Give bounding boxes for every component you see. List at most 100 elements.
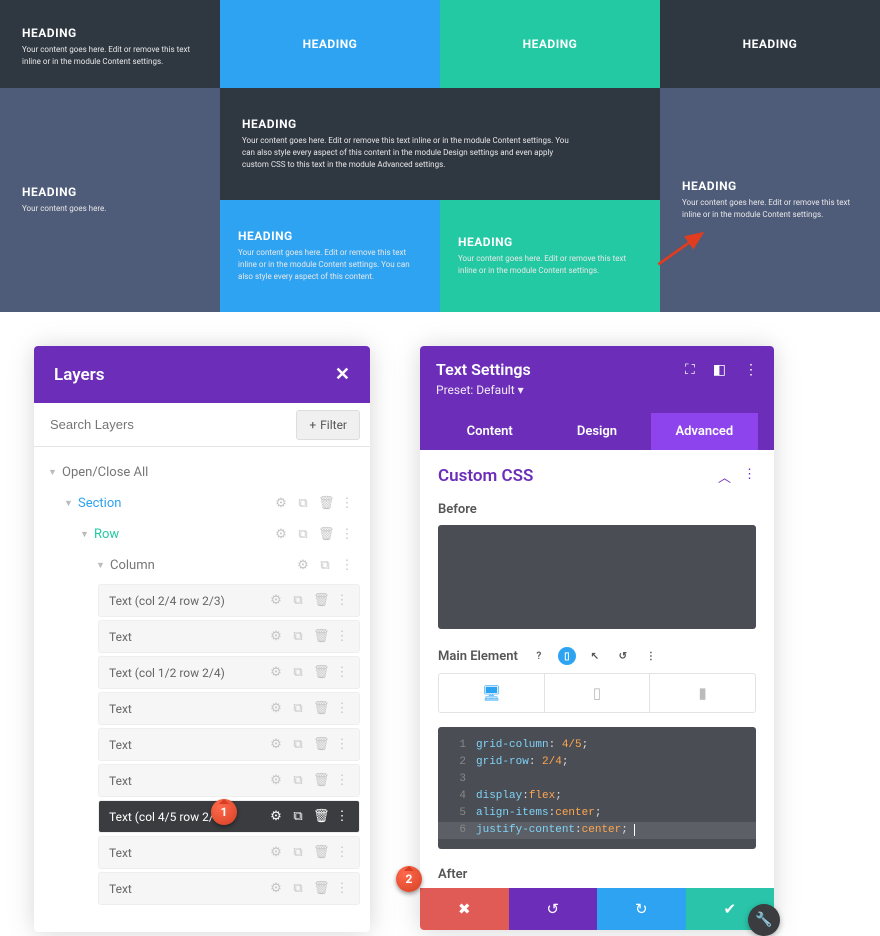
cell-body: Your content goes here. Edit or remove t… — [458, 253, 642, 277]
gear-icon[interactable]: ⚙ — [269, 701, 283, 716]
duplicate-icon[interactable]: ⧉ — [291, 773, 305, 788]
gear-icon[interactable]: ⚙ — [269, 665, 283, 680]
trash-icon[interactable]: 🗑 — [313, 701, 327, 716]
trash-icon[interactable]: 🗑 — [313, 773, 327, 788]
gear-icon[interactable]: ⚙ — [269, 773, 283, 788]
more-icon[interactable]: ⋮ — [335, 809, 349, 824]
layer-item[interactable]: Text⚙⧉🗑⋮ — [98, 620, 360, 653]
collapse-icon[interactable]: ︿ — [718, 467, 731, 486]
layer-item-label: Text — [109, 738, 269, 752]
layer-item[interactable]: Text⚙⧉🗑⋮ — [98, 692, 360, 725]
device-tablet[interactable]: ▯ — [544, 674, 650, 712]
trash-icon[interactable]: 🗑 — [313, 809, 327, 824]
more-icon[interactable]: ⋮ — [335, 845, 349, 860]
gear-icon[interactable]: ⚙ — [269, 593, 283, 608]
close-icon[interactable]: ✕ — [335, 364, 350, 385]
snap-icon[interactable]: ◧ — [713, 362, 726, 378]
layer-section[interactable]: ▼ Section ⚙ ⧉ 🗑 ⋮ — [58, 488, 360, 519]
duplicate-icon[interactable]: ⧉ — [296, 527, 310, 542]
trash-icon[interactable]: 🗑 — [313, 593, 327, 608]
layer-item[interactable]: Text⚙⧉🗑⋮ — [98, 836, 360, 869]
trash-icon[interactable]: 🗑 — [313, 629, 327, 644]
duplicate-icon[interactable]: ⧉ — [291, 845, 305, 860]
trash-icon[interactable]: 🗑 — [313, 881, 327, 896]
redo-button[interactable]: ↻ — [597, 888, 686, 930]
duplicate-icon[interactable]: ⧉ — [291, 665, 305, 680]
hover-icon[interactable]: ↖ — [586, 647, 604, 665]
caret-icon: ▼ — [48, 467, 62, 478]
gear-icon[interactable]: ⚙ — [269, 809, 283, 824]
caret-icon: ▼ — [96, 560, 110, 571]
more-icon[interactable]: ⋮ — [335, 593, 349, 608]
device-phone[interactable]: ▮ — [649, 674, 755, 712]
more-icon[interactable]: ⋮ — [340, 496, 354, 511]
filter-button[interactable]: +Filter — [296, 410, 360, 440]
layer-actions: ⚙ ⧉ 🗑 ⋮ — [269, 881, 349, 896]
more-icon[interactable]: ⋮ — [743, 467, 756, 486]
more-icon[interactable]: ⋮ — [335, 665, 349, 680]
layer-item[interactable]: Text (col 1/2 row 2/4)⚙⧉🗑⋮ — [98, 656, 360, 689]
gear-icon[interactable]: ⚙ — [269, 881, 283, 896]
reset-icon[interactable]: ↺ — [614, 647, 632, 665]
trash-icon[interactable]: 🗑 — [313, 737, 327, 752]
gear-icon[interactable]: ⚙ — [296, 558, 310, 573]
layer-actions: ⚙ ⧉ 🗑 ⋮ — [269, 809, 349, 824]
wrench-fab[interactable]: 🔧 — [748, 904, 780, 936]
more-icon[interactable]: ⋮ — [744, 362, 758, 378]
tab-advanced[interactable]: Advanced — [651, 413, 758, 450]
layer-column[interactable]: ▼ Column ⚙ ⧉ ⋮ — [90, 550, 360, 581]
more-icon[interactable]: ⋮ — [340, 558, 354, 573]
trash-icon[interactable]: 🗑 — [313, 845, 327, 860]
more-icon[interactable]: ⋮ — [335, 701, 349, 716]
tablet-responsive-icon[interactable]: ▯ — [558, 647, 576, 665]
duplicate-icon[interactable]: ⧉ — [291, 701, 305, 716]
duplicate-icon[interactable]: ⧉ — [291, 737, 305, 752]
gear-icon[interactable]: ⚙ — [269, 629, 283, 644]
more-icon[interactable]: ⋮ — [335, 773, 349, 788]
help-icon[interactable]: ? — [530, 647, 548, 665]
duplicate-icon[interactable]: ⧉ — [296, 496, 310, 511]
main-element-label: Main Element ? ▯ ↖ ↺ ⋮ — [438, 647, 756, 665]
trash-icon[interactable]: 🗑 — [318, 527, 332, 542]
layer-row[interactable]: ▼ Row ⚙ ⧉ 🗑 ⋮ — [74, 519, 360, 550]
more-icon[interactable]: ⋮ — [335, 737, 349, 752]
layer-item[interactable]: Text⚙ ⧉ 🗑 ⋮ — [98, 728, 360, 761]
layer-item[interactable]: Text (col 4/5 row 2/4)⚙⧉🗑⋮1 — [98, 800, 360, 833]
before-css-input[interactable] — [438, 525, 756, 629]
duplicate-icon[interactable]: ⧉ — [291, 881, 305, 896]
more-icon[interactable]: ⋮ — [340, 527, 354, 542]
duplicate-icon[interactable]: ⧉ — [291, 593, 305, 608]
gear-icon[interactable]: ⚙ — [269, 845, 283, 860]
expand-icon[interactable]: ⛶ — [685, 362, 695, 378]
more-icon[interactable]: ⋮ — [642, 647, 660, 665]
gear-icon[interactable]: ⚙ — [274, 496, 288, 511]
device-desktop[interactable]: 🖥 — [439, 674, 544, 712]
main-element-css-input[interactable]: 1grid-column: 4/5;2grid-row: 2/4;3 4disp… — [438, 727, 756, 849]
gear-icon[interactable]: ⚙ — [274, 527, 288, 542]
layer-item[interactable]: Text (col 2/4 row 2/3)⚙ ⧉ 🗑 ⋮ — [98, 584, 360, 617]
more-icon[interactable]: ⋮ — [335, 629, 349, 644]
trash-icon[interactable]: 🗑 — [313, 665, 327, 680]
duplicate-icon[interactable]: ⧉ — [318, 558, 332, 573]
trash-icon[interactable]: 🗑 — [318, 496, 332, 511]
layer-item[interactable]: Text⚙⧉🗑⋮ — [98, 764, 360, 797]
settings-header[interactable]: Text Settings ⛶ ◧ ⋮ Preset: Default ▾ Co… — [420, 346, 774, 450]
preset-dropdown[interactable]: Preset: Default ▾ — [436, 383, 758, 407]
annotation-badge-2: 2 — [396, 866, 422, 892]
text-settings-panel: Text Settings ⛶ ◧ ⋮ Preset: Default ▾ Co… — [420, 346, 774, 930]
undo-button[interactable]: ↺ — [509, 888, 598, 930]
search-input[interactable] — [34, 403, 296, 446]
open-close-all[interactable]: ▼ Open/Close All — [42, 457, 360, 488]
gear-icon[interactable]: ⚙ — [269, 737, 283, 752]
grid-cell: HEADING Your content goes here. Edit or … — [0, 0, 220, 88]
duplicate-icon[interactable]: ⧉ — [291, 629, 305, 644]
tab-content[interactable]: Content — [436, 413, 543, 450]
tab-design[interactable]: Design — [543, 413, 650, 450]
layers-header[interactable]: Layers ✕ — [34, 346, 370, 403]
discard-button[interactable]: ✖ — [420, 888, 509, 930]
duplicate-icon[interactable]: ⧉ — [291, 809, 305, 824]
annotation-badge-1: 1 — [211, 799, 237, 825]
more-icon[interactable]: ⋮ — [335, 881, 349, 896]
layer-item-label: Text (col 2/4 row 2/3) — [109, 594, 269, 608]
layer-item[interactable]: Text⚙⧉🗑⋮ — [98, 872, 360, 905]
